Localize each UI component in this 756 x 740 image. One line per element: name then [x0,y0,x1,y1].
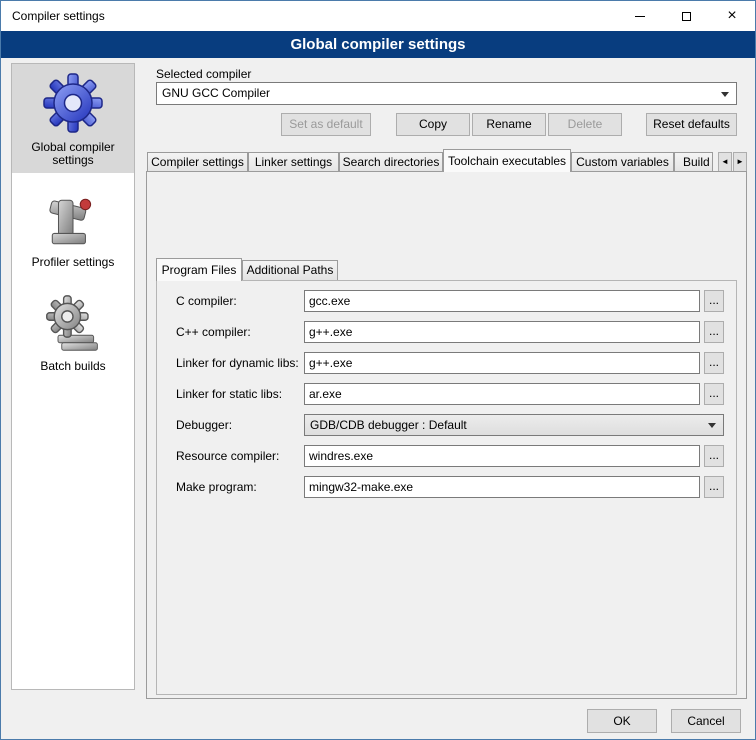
linker-dynamic-label: Linker for dynamic libs: [176,352,299,374]
field-row-c-compiler: C compiler: ... [1,290,756,312]
tab-scroll-left-button[interactable]: ◄ [718,152,732,172]
resource-compiler-input[interactable] [304,445,700,467]
set-as-default-button[interactable]: Set as default [281,113,371,136]
global-settings-gear-icon [14,71,132,135]
tab-compiler-settings[interactable]: Compiler settings [147,152,248,172]
field-row-resource-compiler: Resource compiler: ... [1,445,756,467]
field-row-cpp-compiler: C++ compiler: ... [1,321,756,343]
tab-toolchain-executables[interactable]: Toolchain executables [443,149,571,172]
linker-dynamic-browse-button[interactable]: ... [704,352,724,374]
title-bar: Compiler settings × [1,1,755,31]
maximize-button[interactable] [663,1,709,31]
make-program-input[interactable] [304,476,700,498]
selected-compiler-combo[interactable]: GNU GCC Compiler [156,82,737,105]
sidebar-spacer [12,275,134,287]
c-compiler-browse-button[interactable]: ... [704,290,724,312]
sidebar-item-profiler-settings[interactable]: Profiler settings [12,185,134,275]
sidebar-item-label: Profiler settings [14,256,132,269]
reset-defaults-button[interactable]: Reset defaults [646,113,737,136]
cancel-button[interactable]: Cancel [671,709,741,733]
debugger-select[interactable]: GDB/CDB debugger : Default [304,414,724,436]
selected-compiler-label: Selected compiler [156,67,251,81]
compiler-settings-window: Compiler settings × Global compiler sett… [0,0,756,740]
resource-compiler-browse-button[interactable]: ... [704,445,724,467]
chevron-down-icon [721,92,729,97]
c-compiler-label: C compiler: [176,290,237,312]
field-row-linker-static: Linker for static libs: ... [1,383,756,405]
linker-static-input[interactable] [304,383,700,405]
tab-search-directories[interactable]: Search directories [339,152,443,172]
make-program-label: Make program: [176,476,257,498]
tab-scroll-right-button[interactable]: ► [733,152,747,172]
linker-dynamic-input[interactable] [304,352,700,374]
linker-static-browse-button[interactable]: ... [704,383,724,405]
c-compiler-input[interactable] [304,290,700,312]
maximize-icon [682,12,691,21]
make-program-browse-button[interactable]: ... [704,476,724,498]
sidebar-spacer [12,173,134,185]
sidebar: Global compiler settings Profiler settin [11,63,135,690]
cpp-compiler-browse-button[interactable]: ... [704,321,724,343]
subtab-program-files[interactable]: Program Files [156,258,242,281]
sidebar-item-global-compiler-settings[interactable]: Global compiler settings [12,64,134,173]
rename-button[interactable]: Rename [472,113,546,136]
caption-buttons: × [617,1,755,31]
cpp-compiler-label: C++ compiler: [176,321,251,343]
resource-compiler-label: Resource compiler: [176,445,279,467]
minimize-button[interactable] [617,1,663,31]
tab-custom-variables[interactable]: Custom variables [571,152,674,172]
tab-build-truncated[interactable]: Build [674,152,713,172]
field-row-debugger: Debugger: GDB/CDB debugger : Default [1,414,756,436]
field-row-linker-dynamic: Linker for dynamic libs: ... [1,352,756,374]
debugger-select-value: GDB/CDB debugger : Default [310,418,467,432]
delete-button[interactable]: Delete [548,113,622,136]
tab-linker-settings[interactable]: Linker settings [248,152,339,172]
selected-compiler-value: GNU GCC Compiler [162,86,270,100]
field-row-make-program: Make program: ... [1,476,756,498]
window-title: Compiler settings [12,9,105,23]
cpp-compiler-input[interactable] [304,321,700,343]
linker-static-label: Linker for static libs: [176,383,282,405]
sidebar-item-label: Global compiler settings [14,141,132,167]
close-icon: × [727,8,736,24]
close-button[interactable]: × [709,1,755,31]
debugger-label: Debugger: [176,414,232,436]
subtab-additional-paths[interactable]: Additional Paths [242,260,338,280]
chevron-down-icon [708,423,716,428]
dialog-header: Global compiler settings [1,31,755,58]
profiler-tool-icon [14,192,132,250]
copy-button[interactable]: Copy [396,113,470,136]
ok-button[interactable]: OK [587,709,657,733]
minimize-icon [635,16,645,17]
